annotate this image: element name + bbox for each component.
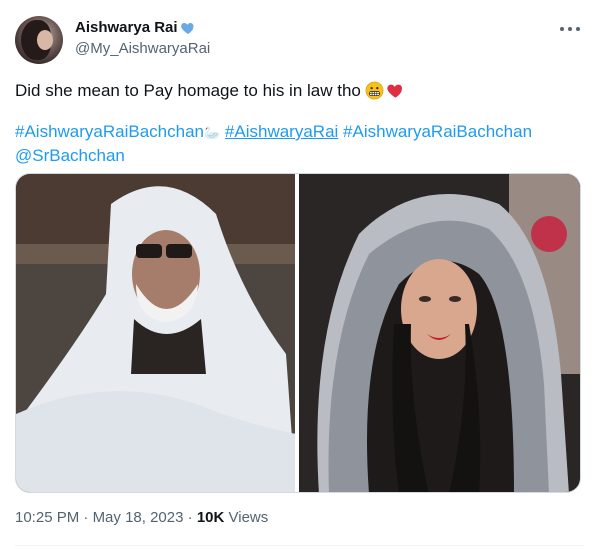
tweet-time[interactable]: 10:25 PM xyxy=(15,509,79,526)
views-label: Views xyxy=(228,509,269,526)
dot-icon xyxy=(568,27,572,31)
more-options-icon[interactable] xyxy=(560,21,580,37)
views-count[interactable]: 10K xyxy=(197,509,225,526)
mention-link[interactable]: @SrBachchan xyxy=(15,146,125,165)
tweet-text: Did she mean to Pay homage to his in law… xyxy=(15,81,361,100)
divider xyxy=(15,545,584,546)
tweet-card: Aishwarya Rai @My_AishwaryaRai Did she m… xyxy=(0,0,599,551)
photo-left-illustration xyxy=(16,174,295,492)
author-name-row[interactable]: Aishwarya Rai xyxy=(75,19,196,37)
author-display-name[interactable]: Aishwarya Rai xyxy=(75,19,178,37)
author-handle[interactable]: @My_AishwaryaRai xyxy=(75,40,210,58)
meta-separator: · xyxy=(83,509,89,526)
meta-separator: · xyxy=(187,509,193,526)
hashtag-link[interactable]: #AishwaryaRaiBachchan xyxy=(343,122,532,141)
hashtag-link[interactable]: #AishwaryaRaiBachchan xyxy=(15,122,204,141)
hashtag-block: #AishwaryaRaiBachchan🦢 #AishwaryaRai #Ai… xyxy=(15,120,575,167)
hashtag-link[interactable]: #AishwaryaRai xyxy=(225,122,338,141)
red-heart-icon xyxy=(387,84,402,98)
tweet-date[interactable]: May 18, 2023 xyxy=(93,509,184,526)
photo-left[interactable] xyxy=(16,174,295,492)
swan-emoji: 🦢 xyxy=(204,125,221,140)
dot-icon xyxy=(576,27,580,31)
photo-right-illustration xyxy=(299,174,580,492)
avatar-face xyxy=(37,30,53,50)
dot-icon xyxy=(560,27,564,31)
media-grid[interactable] xyxy=(15,173,581,493)
blue-heart-icon xyxy=(180,23,194,34)
avatar[interactable] xyxy=(15,16,63,64)
tweet-meta: 10:25 PM · May 18, 2023 · 10K Views xyxy=(15,508,268,528)
photo-right[interactable] xyxy=(299,174,580,492)
tweet-text-line: Did she mean to Pay homage to his in law… xyxy=(15,80,405,101)
grimacing-face-icon xyxy=(365,81,384,100)
